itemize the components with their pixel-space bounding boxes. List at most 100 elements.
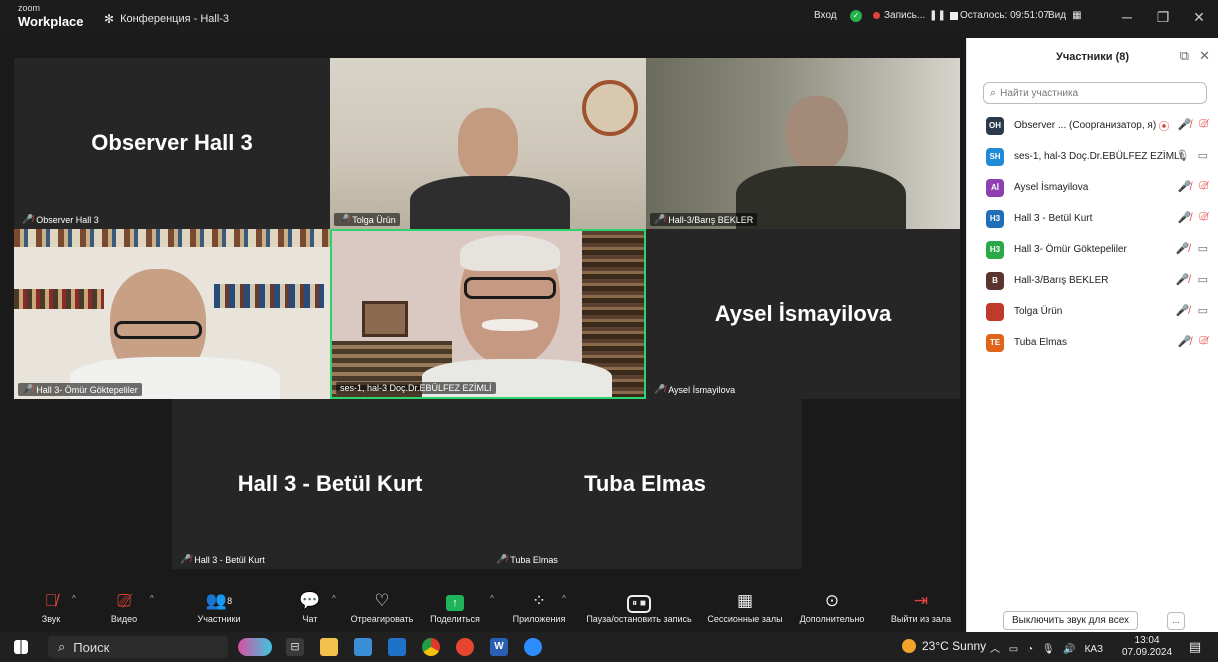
- tile-betul[interactable]: Hall 3 - Betül Kurt 🎤̸ Hall 3 - Betül Kur…: [172, 399, 488, 569]
- video-icon[interactable]: ▭: [1198, 149, 1208, 162]
- word-icon[interactable]: W: [490, 638, 508, 656]
- tile-ebulfez[interactable]: ses-1, hal-3 Doç.Dr.EBÜLFEZ EZİMLİ: [330, 229, 646, 399]
- view-button[interactable]: Вид ▦: [1048, 10, 1082, 21]
- avatar: OH: [986, 116, 1004, 135]
- video-off-icon[interactable]: ⎚̸: [1199, 335, 1208, 348]
- chrome-icon[interactable]: [422, 638, 440, 656]
- chat-options-caret[interactable]: ^: [332, 594, 336, 603]
- video-icon[interactable]: ▭: [1198, 304, 1208, 317]
- popout-icon[interactable]: ⧉: [1180, 48, 1189, 64]
- participant-row[interactable]: SH ses-1, hal-3 Doç.Dr.EBÜLFEZ EZİMLİ 🎙 ▭: [967, 141, 1218, 172]
- tile-aysel[interactable]: Aysel İsmayilova 🎤̸ Aysel İsmayilova: [646, 229, 960, 399]
- bookshelf: [214, 284, 324, 308]
- tile-omur[interactable]: 🎤̸ Hall 3- Ömür Göktepeliler: [14, 229, 330, 399]
- mic-off-icon[interactable]: 🎤̸: [1176, 304, 1190, 317]
- store-icon[interactable]: [354, 638, 372, 656]
- more-button[interactable]: ⊙ Дополнительно: [794, 590, 870, 624]
- leave-label: Выйти из зала: [890, 614, 952, 624]
- mic-off-icon: 🎤̸: [338, 214, 350, 224]
- audio-button[interactable]: 🎙̸ Звук: [36, 590, 66, 624]
- video-off-icon[interactable]: ⎚̸: [1199, 118, 1208, 134]
- participant-list: OH Observer ... (Соорганизатор, я) ⦿ 🎤̸ ⎚̸…: [967, 110, 1218, 358]
- shield-icon[interactable]: ✓: [850, 10, 862, 22]
- minimize-icon[interactable]: ─: [1117, 9, 1137, 25]
- participant-row[interactable]: B Hall-3/Barış BEKLER 🎤̸ ▭: [967, 265, 1218, 296]
- video-icon[interactable]: ▭: [1198, 242, 1208, 255]
- leave-button[interactable]: ⇥ Выйти из зала: [888, 590, 954, 624]
- share-button[interactable]: ↑ Поделиться: [424, 590, 486, 624]
- recording-icon: ⦿: [1158, 121, 1170, 133]
- mic-off-icon: 🎙̸: [44, 591, 58, 610]
- mic-off-icon[interactable]: 🎤̸: [1177, 211, 1191, 224]
- participants-button[interactable]: 👥8 Участники: [184, 590, 254, 624]
- chat-button[interactable]: 💬 Чат: [298, 590, 322, 624]
- avatar: TE: [986, 333, 1004, 352]
- file-explorer-icon[interactable]: [320, 638, 338, 656]
- react-button[interactable]: ♡ Отреагировать: [344, 590, 420, 624]
- mustache: [482, 319, 538, 331]
- maximize-icon[interactable]: ❐: [1153, 9, 1173, 26]
- video-button[interactable]: ⎚̸ Видео: [104, 590, 144, 624]
- tile-betul-name: Hall 3 - Betül Kurt: [237, 471, 423, 496]
- pause-stop-recording-button[interactable]: ⏸ ■ Пауза/остановить запись: [580, 590, 698, 624]
- system-tray[interactable]: ︿ ▭ ◔ 🎙 🔊 КАЗ: [990, 640, 1103, 655]
- apps-button[interactable]: ⁘ Приложения: [508, 590, 570, 624]
- participant-row[interactable]: H3 Hall 3- Ömür Göktepeliler 🎤̸ ▭: [967, 234, 1218, 265]
- participant-search[interactable]: ⌕: [983, 82, 1207, 104]
- mic-off-icon[interactable]: 🎤̸: [1177, 335, 1191, 348]
- chat-icon: 💬: [299, 591, 321, 610]
- chrome-profile-icon[interactable]: [456, 638, 474, 656]
- participant-search-input[interactable]: [1000, 87, 1191, 99]
- participant-status: 🎤̸ ▭: [1176, 304, 1208, 317]
- share-options-caret[interactable]: ^: [490, 594, 494, 603]
- participant-row[interactable]: H3 Hall 3 - Betül Kurt 🎤̸ ⎚̸: [967, 203, 1218, 234]
- login-button[interactable]: Вход: [814, 10, 837, 21]
- tray-chevron-icon[interactable]: ︿: [990, 644, 1000, 655]
- close-icon[interactable]: ✕: [1199, 48, 1210, 64]
- close-icon[interactable]: ✕: [1189, 9, 1209, 26]
- zoom-app-icon[interactable]: [524, 638, 542, 656]
- tile-baris[interactable]: 🎤̸ Hall-3/Barış BEKLER: [646, 58, 960, 229]
- mic-off-icon[interactable]: 🎤̸: [1177, 118, 1191, 134]
- participant-row[interactable]: OH Observer ... (Соорганизатор, я) ⦿ 🎤̸ ⎚̸: [967, 110, 1218, 141]
- tile-omur-tag-text: Hall 3- Ömür Göktepeliler: [36, 384, 138, 395]
- tile-observer-name: Observer Hall 3: [91, 130, 253, 155]
- mute-all-button[interactable]: Выключить звук для всех: [1003, 611, 1139, 630]
- share-label: Поделиться: [430, 614, 480, 624]
- video-off-icon[interactable]: ⎚̸: [1199, 180, 1208, 193]
- participant-row[interactable]: Tolga Ürün 🎤̸ ▭: [967, 296, 1218, 327]
- task-view-icon[interactable]: ⊟: [286, 638, 304, 656]
- mic-off-icon[interactable]: 🎤̸: [1176, 242, 1190, 255]
- tile-tolga-tag: 🎤̸ Tolga Ürün: [334, 213, 400, 226]
- breakout-label: Сессионные залы: [707, 614, 783, 624]
- notifications-icon[interactable]: ▤: [1186, 638, 1204, 656]
- apps-options-caret[interactable]: ^: [562, 594, 566, 603]
- video-icon[interactable]: ▭: [1198, 273, 1208, 286]
- stop-icon[interactable]: [949, 11, 958, 20]
- tile-tuba[interactable]: Tuba Elmas 🎤̸ Tuba Elmas: [488, 399, 802, 569]
- recording-indicator[interactable]: Запись... ❚❚: [873, 10, 958, 21]
- panel-more-button[interactable]: ...: [1167, 612, 1185, 630]
- taskbar-search[interactable]: ⌕ Поиск: [48, 636, 228, 658]
- participant-name: Hall 3- Ömür Göktepeliler: [1014, 244, 1127, 255]
- clock[interactable]: 13:04 07.09.2024: [1122, 635, 1172, 659]
- audio-options-caret[interactable]: ^: [72, 594, 76, 603]
- mic-off-icon[interactable]: 🎤̸: [1176, 273, 1190, 286]
- pause-icon[interactable]: ❚❚: [929, 10, 946, 21]
- recording-label: Запись...: [884, 10, 926, 21]
- participants-label: Участники: [197, 614, 241, 624]
- language-indicator[interactable]: КАЗ: [1085, 644, 1103, 655]
- windows-start-icon[interactable]: [14, 640, 28, 654]
- participant-row[interactable]: TE Tuba Elmas 🎤̸ ⎚̸: [967, 327, 1218, 358]
- mail-icon[interactable]: [388, 638, 406, 656]
- mic-on-icon[interactable]: 🎙: [1176, 149, 1190, 162]
- video-off-icon[interactable]: ⎚̸: [1199, 211, 1208, 224]
- participants-icon: 👥8: [205, 591, 233, 610]
- weather-widget[interactable]: 23°C Sunny: [902, 639, 986, 653]
- participant-row[interactable]: Aİ Aysel İsmayilova 🎤̸ ⎚̸: [967, 172, 1218, 203]
- mic-off-icon[interactable]: 🎤̸: [1177, 180, 1191, 193]
- breakout-rooms-button[interactable]: ▦ Сессионные залы: [704, 590, 786, 624]
- tile-tolga[interactable]: 🎤̸ Tolga Ürün: [330, 58, 646, 229]
- tile-observer[interactable]: Observer Hall 3 🎤̸ Observer Hall 3: [14, 58, 330, 229]
- video-options-caret[interactable]: ^: [150, 594, 154, 603]
